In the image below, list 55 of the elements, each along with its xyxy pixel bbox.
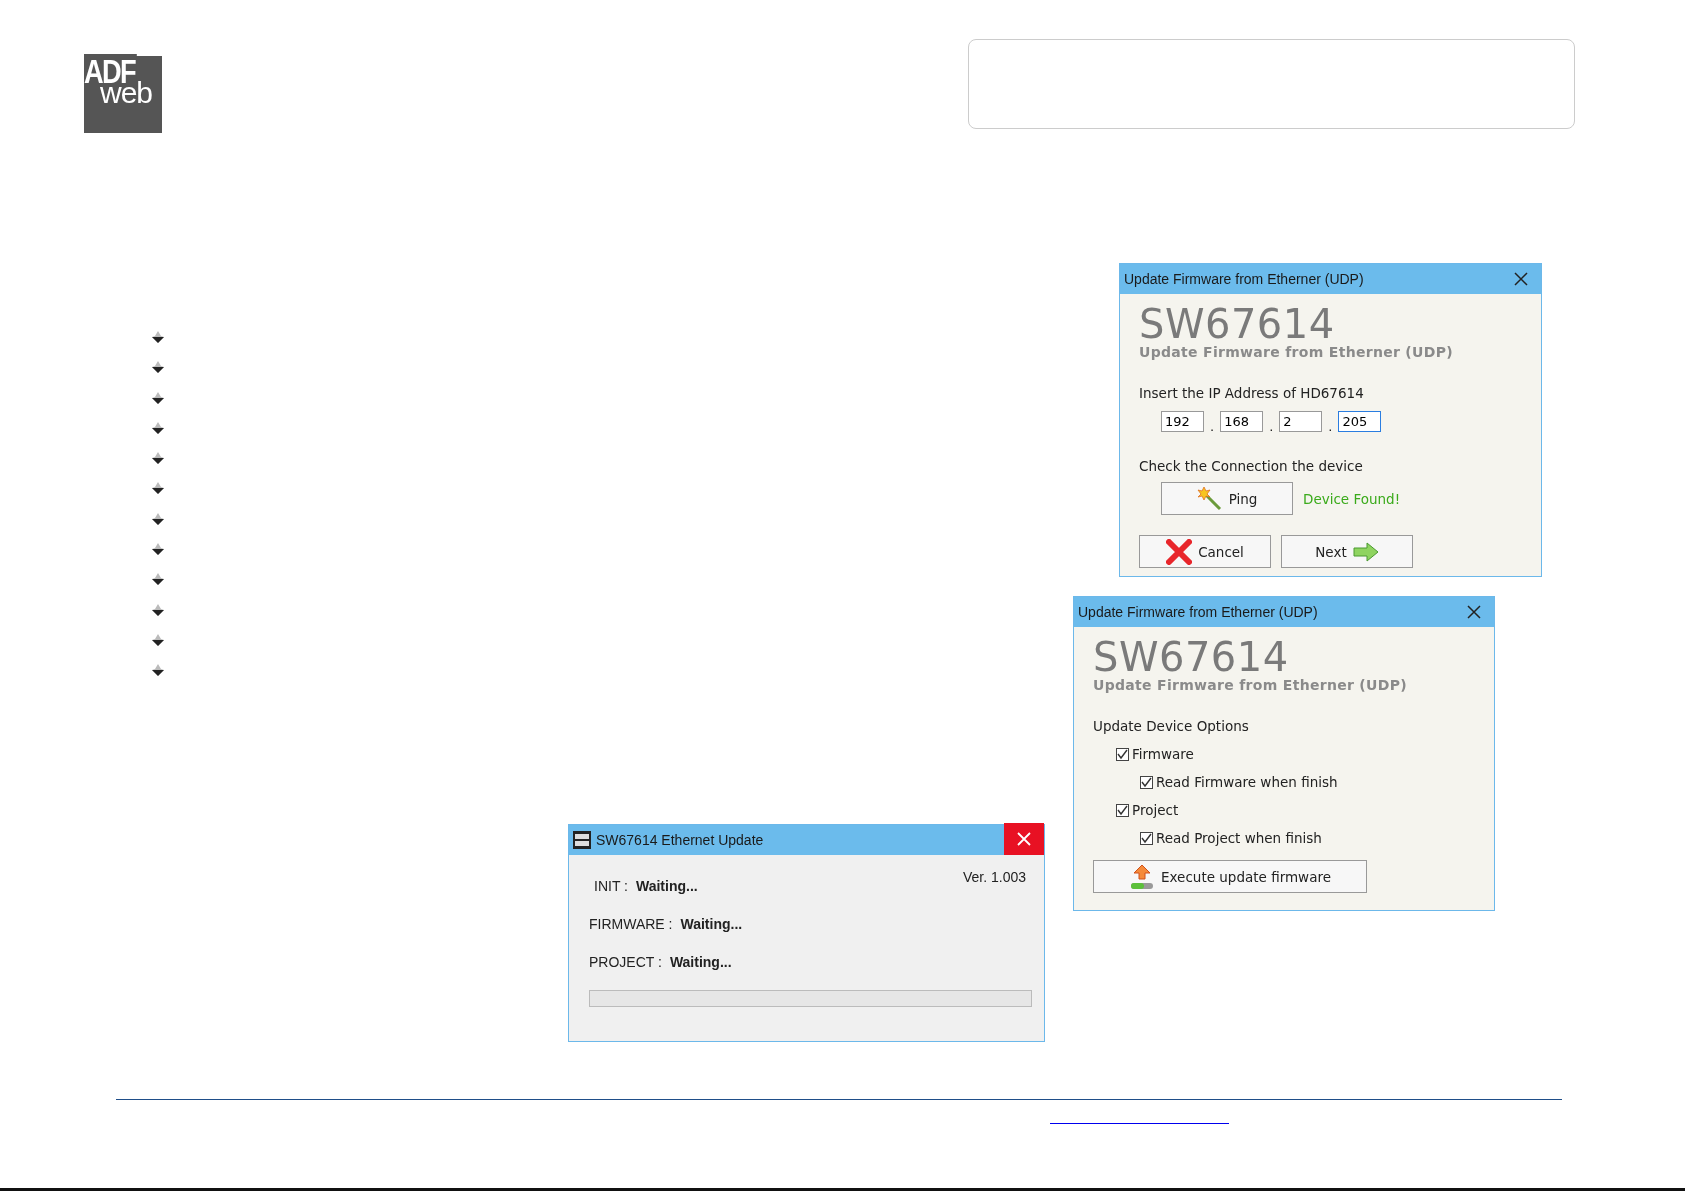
version-text: Ver. 1.003 — [962, 869, 1026, 885]
bullet-icon — [152, 512, 164, 525]
bullet-icon — [152, 603, 164, 616]
ip-input-field[interactable]: 2 — [1279, 411, 1323, 432]
bullet-icon — [152, 361, 164, 374]
bullet-icon — [152, 573, 164, 586]
status-value: Waiting... — [680, 916, 743, 932]
status-label: INIT : — [594, 878, 628, 894]
checkbox-option[interactable]: Read Project when finish — [1140, 830, 1475, 846]
ip-input-field[interactable]: 192 — [1161, 411, 1204, 432]
status-text: Device Found! — [1303, 490, 1401, 507]
upload-icon — [1129, 863, 1155, 890]
next-button[interactable]: Next — [1281, 535, 1413, 568]
logo: ADF web — [84, 56, 162, 133]
status-label: FIRMWARE : — [589, 916, 673, 932]
bullet-icon — [152, 421, 164, 434]
right-arrow-icon — [1352, 541, 1379, 562]
checkbox-option[interactable]: Firmware — [1116, 746, 1475, 762]
execute-button[interactable]: Execute update firmware — [1093, 860, 1367, 893]
checkbox-option[interactable]: Project — [1116, 802, 1475, 818]
ip-separator: . — [1328, 422, 1333, 432]
close-icon — [1017, 832, 1031, 846]
ip-label: Insert the IP Address of HD67614 — [1139, 385, 1365, 401]
product-code: SW67614 — [1093, 637, 1289, 677]
close-icon — [1514, 272, 1528, 286]
ip-separator: . — [1269, 422, 1274, 432]
status-label: PROJECT : — [589, 954, 662, 970]
ip-input-field[interactable]: 168 — [1220, 411, 1264, 432]
dialog-subtitle: Update Firmware from Etherner (UDP) — [1139, 344, 1454, 360]
status-value: Waiting... — [669, 954, 732, 970]
ip-input-field[interactable]: 205 — [1338, 411, 1382, 432]
close-button[interactable] — [1004, 823, 1044, 855]
dialog-subtitle: Update Firmware from Etherner (UDP) — [1093, 677, 1408, 693]
checkbox-option[interactable]: Read Firmware when finish — [1140, 774, 1475, 790]
window-title: SW67614 Ethernet Update — [596, 832, 765, 848]
magic-wand-icon — [1196, 485, 1223, 512]
connection-label: Check the Connection the device — [1139, 458, 1364, 474]
cross-icon — [1166, 538, 1193, 565]
ip-separator: . — [1210, 422, 1215, 432]
bullet-icon — [152, 391, 164, 404]
bullet-icon — [152, 331, 164, 343]
bullet-icon — [152, 482, 164, 495]
bullet-icon — [152, 664, 164, 677]
window-title: Update Firmware from Etherner (UDP) — [1078, 604, 1319, 620]
product-code: SW67614 — [1139, 304, 1335, 344]
cancel-button[interactable]: Cancel — [1139, 535, 1271, 568]
bullet-icon — [152, 543, 164, 556]
status-value: Waiting... — [635, 878, 698, 894]
close-icon — [1467, 605, 1481, 619]
section-label: Update Device Options — [1093, 718, 1250, 734]
ping-button[interactable]: Ping — [1161, 482, 1293, 515]
bullet-icon — [152, 633, 164, 646]
app-icon — [573, 831, 591, 849]
window-title: Update Firmware from Etherner (UDP) — [1124, 271, 1365, 287]
bullet-icon — [152, 452, 164, 465]
